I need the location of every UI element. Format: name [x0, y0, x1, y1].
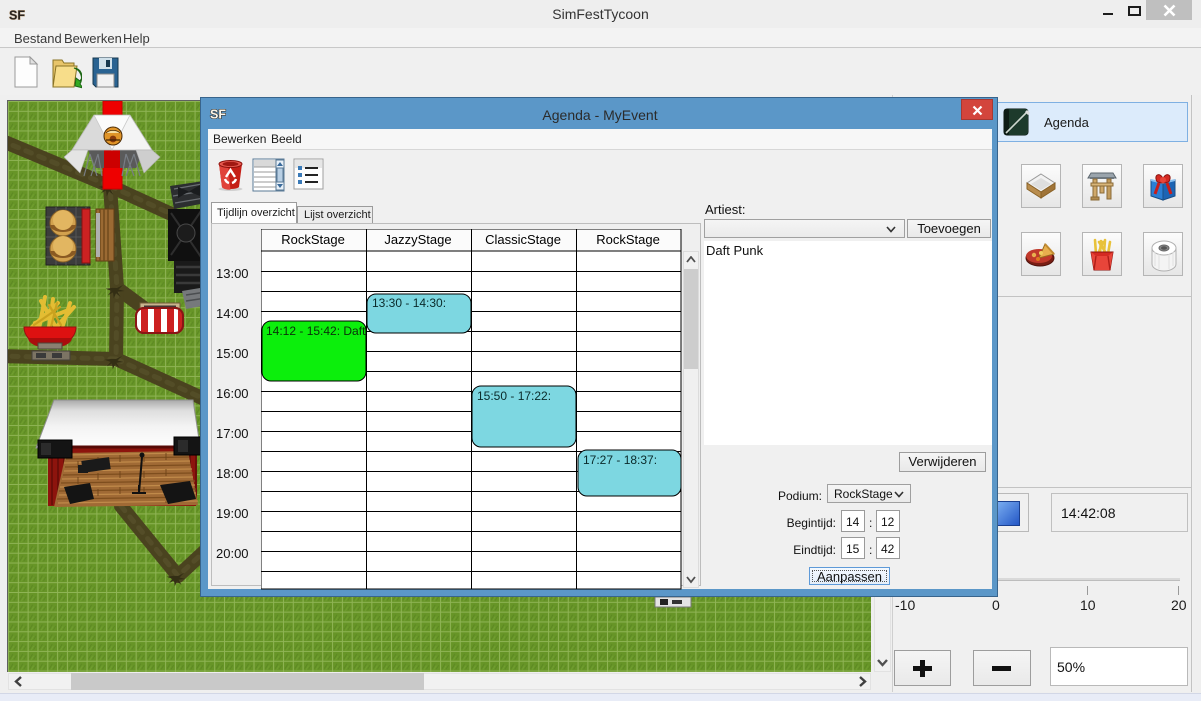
- svg-text:14:12 - 15:42: Daft Pu: 14:12 - 15:42: Daft Pu: [266, 324, 383, 338]
- svg-text:RockStage: RockStage: [281, 232, 345, 247]
- svg-text:ClassicStage: ClassicStage: [485, 232, 561, 247]
- svg-text:17:27 - 18:37:: 17:27 - 18:37:: [583, 453, 657, 467]
- svg-text:13:30 - 14:30:: 13:30 - 14:30:: [372, 296, 446, 310]
- svg-text:SF: SF: [210, 108, 226, 122]
- svg-text:JazzyStage: JazzyStage: [384, 232, 451, 247]
- svg-text:SF: SF: [9, 9, 25, 23]
- svg-text:RockStage: RockStage: [596, 232, 660, 247]
- svg-text:15:50 - 17:22:: 15:50 - 17:22:: [477, 389, 551, 403]
